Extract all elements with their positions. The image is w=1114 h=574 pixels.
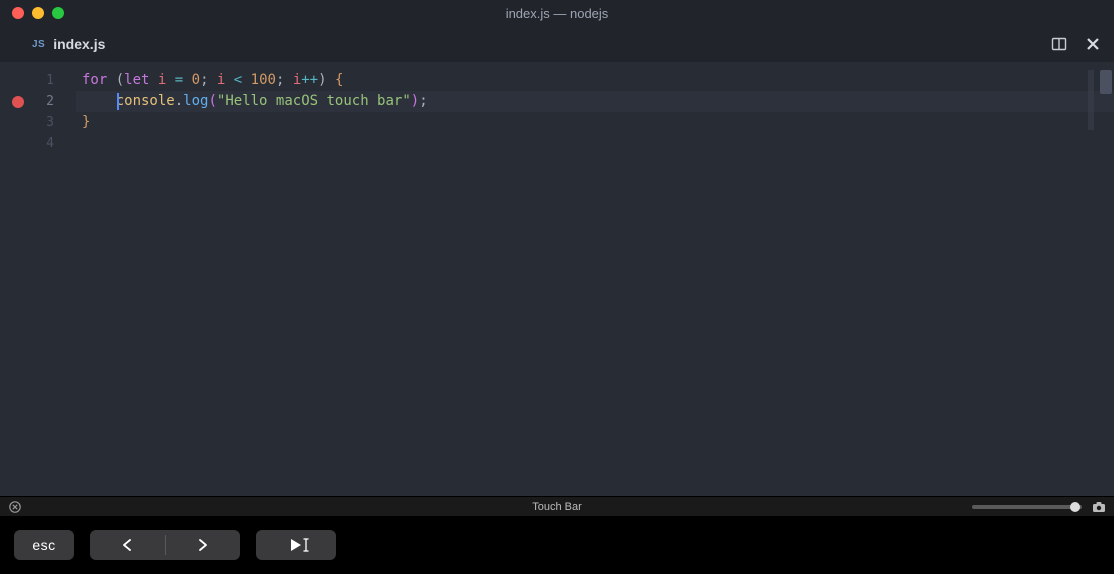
touchbar-close-icon[interactable] [8, 500, 22, 514]
line-number[interactable]: 2 [0, 91, 76, 112]
code-area[interactable]: for (let i = 0; i < 100; i++) { console.… [76, 62, 1114, 496]
ibeam-cursor-icon [302, 537, 310, 553]
touchbar-esc-button[interactable]: esc [14, 530, 74, 560]
line-number[interactable]: 4 [0, 133, 76, 154]
window-minimize-button[interactable] [32, 7, 44, 19]
editor-window: index.js — nodejs JS index.js 1 2 3 4 [0, 0, 1114, 496]
touchbar-zoom-slider[interactable] [972, 505, 1082, 509]
touchbar-title: Touch Bar [532, 501, 582, 513]
touchbar-play-button[interactable] [256, 530, 336, 560]
window-maximize-button[interactable] [52, 7, 64, 19]
camera-icon[interactable] [1092, 501, 1106, 513]
window-title: index.js — nodejs [0, 6, 1114, 21]
touchbar: esc [0, 516, 1114, 574]
touchbar-forward-button[interactable] [166, 538, 241, 552]
code-line[interactable]: } [76, 112, 1114, 133]
window-close-button[interactable] [12, 7, 24, 19]
touchbar-nav-group [90, 530, 240, 560]
titlebar: index.js — nodejs [0, 0, 1114, 26]
touchbar-back-button[interactable] [90, 538, 165, 552]
js-file-icon: JS [32, 39, 45, 50]
code-line[interactable]: for (let i = 0; i < 100; i++) { [76, 70, 1114, 91]
split-editor-icon[interactable] [1050, 35, 1068, 53]
traffic-lights [12, 7, 64, 19]
code-line[interactable] [76, 133, 1114, 154]
text-cursor [117, 93, 119, 110]
code-editor[interactable]: 1 2 3 4 for (let i = 0; i < 100; i++) { … [0, 62, 1114, 496]
close-tab-icon[interactable] [1084, 35, 1102, 53]
breakpoint-icon[interactable] [12, 96, 24, 108]
minimap[interactable] [1088, 70, 1094, 130]
line-number[interactable]: 3 [0, 112, 76, 133]
slider-thumb[interactable] [1070, 502, 1080, 512]
tab-index-js[interactable]: JS index.js [28, 26, 109, 62]
tab-label: index.js [53, 36, 105, 52]
tabbar: JS index.js [0, 26, 1114, 62]
touchbar-header: Touch Bar [0, 496, 1114, 516]
code-line-active[interactable]: console.log("Hello macOS touch bar"); [76, 91, 1114, 112]
gutter[interactable]: 1 2 3 4 [0, 62, 76, 496]
scrollbar-vertical[interactable] [1100, 70, 1112, 94]
line-number[interactable]: 1 [0, 70, 76, 91]
